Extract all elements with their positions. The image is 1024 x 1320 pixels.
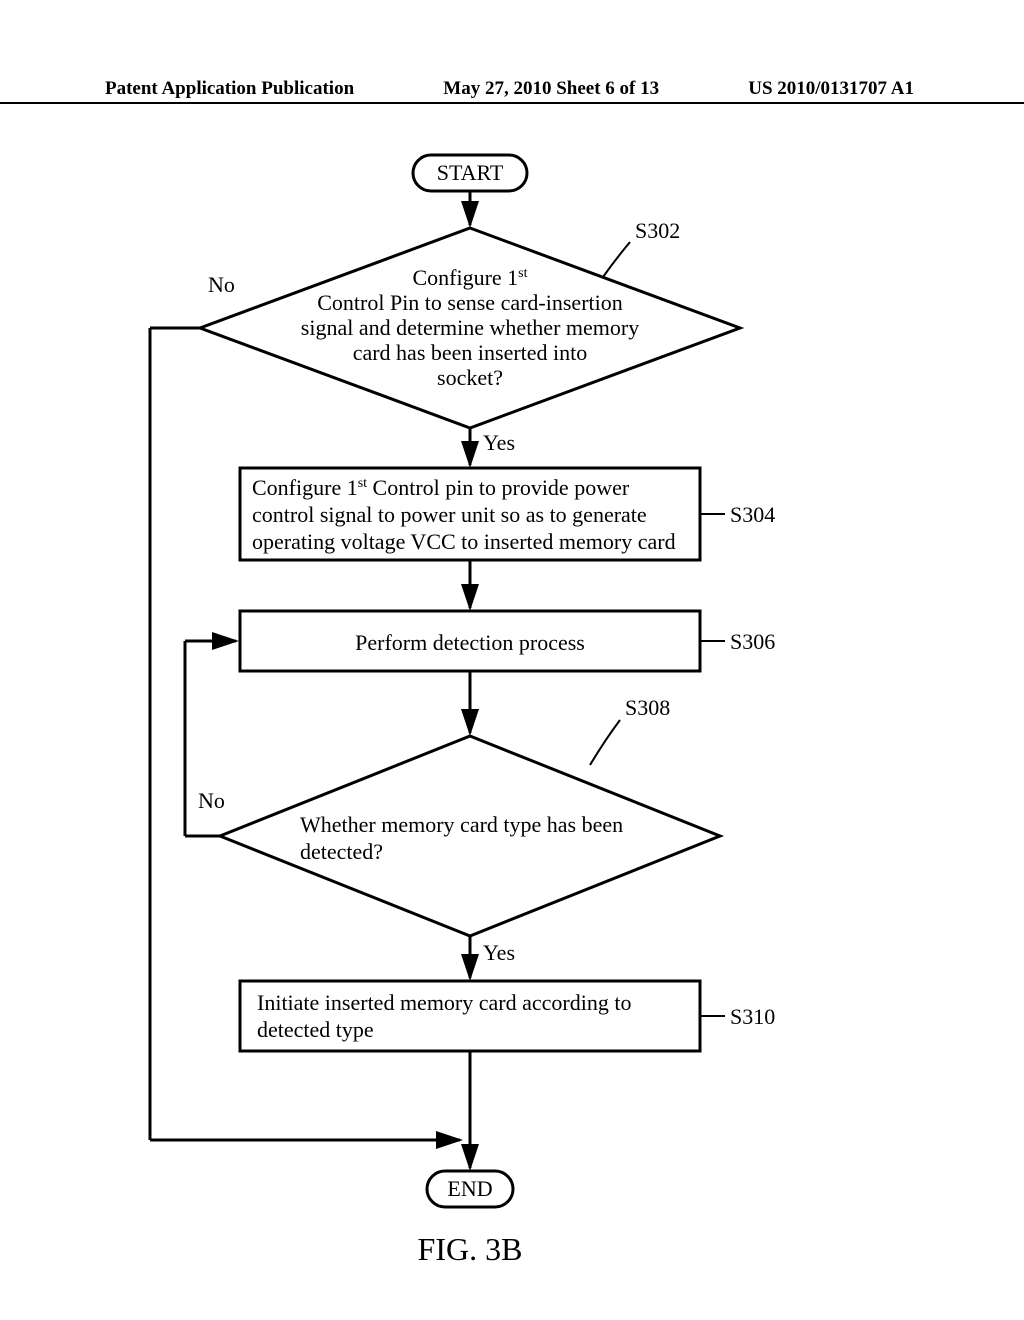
svg-text:Control Pin to sense card-inse: Control Pin to sense card-insertion <box>317 290 623 315</box>
svg-text:Configure 1st: Configure 1st <box>412 265 527 290</box>
svg-text:card has been inserted into: card has been inserted into <box>353 340 588 365</box>
process-s310: Initiate inserted memory card according … <box>240 981 700 1051</box>
start-label: START <box>437 160 504 185</box>
ref-s308: S308 <box>625 695 670 720</box>
process-s306: Perform detection process <box>240 611 700 671</box>
yes-label-1: Yes <box>483 430 515 455</box>
figure-caption: FIG. 3B <box>418 1231 523 1267</box>
end-label: END <box>447 1176 492 1201</box>
no-label-1: No <box>208 272 235 297</box>
end-node: END <box>427 1171 513 1207</box>
svg-text:Perform detection process: Perform detection process <box>355 630 585 655</box>
decision-s302: Configure 1st Control Pin to sense card-… <box>200 228 740 428</box>
ref-s302: S302 <box>635 218 680 243</box>
svg-text:Configure 1st Control pin to p: Configure 1st Control pin to provide pow… <box>252 475 630 500</box>
ref-s310: S310 <box>730 1004 775 1029</box>
header-right: US 2010/0131707 A1 <box>748 78 914 100</box>
svg-text:control signal to power unit s: control signal to power unit so as to ge… <box>252 502 647 527</box>
svg-text:detected type: detected type <box>257 1017 374 1042</box>
ref-s306: S306 <box>730 629 775 654</box>
svg-text:Whether memory card type has b: Whether memory card type has been <box>300 812 623 837</box>
header-center: May 27, 2010 Sheet 6 of 13 <box>443 78 659 100</box>
decision-s308: Whether memory card type has been detect… <box>220 736 720 936</box>
yes-label-2: Yes <box>483 940 515 965</box>
svg-text:signal and determine whether m: signal and determine whether memory <box>301 315 639 340</box>
svg-text:operating voltage VCC to inser: operating voltage VCC to inserted memory… <box>252 529 676 554</box>
svg-text:Initiate inserted memory card: Initiate inserted memory card according … <box>257 990 631 1015</box>
ref-s304: S304 <box>730 502 775 527</box>
svg-text:detected?: detected? <box>300 839 383 864</box>
page-header: Patent Application Publication May 27, 2… <box>0 78 1024 104</box>
svg-text:socket?: socket? <box>437 365 503 390</box>
process-s304: Configure 1st Control pin to provide pow… <box>240 468 700 560</box>
start-node: START <box>413 155 527 191</box>
header-left: Patent Application Publication <box>105 78 354 100</box>
flowchart-svg: START Configure 1st Control Pin to sense… <box>0 130 1024 1320</box>
no-label-2: No <box>198 788 225 813</box>
patent-page: Patent Application Publication May 27, 2… <box>0 0 1024 1320</box>
